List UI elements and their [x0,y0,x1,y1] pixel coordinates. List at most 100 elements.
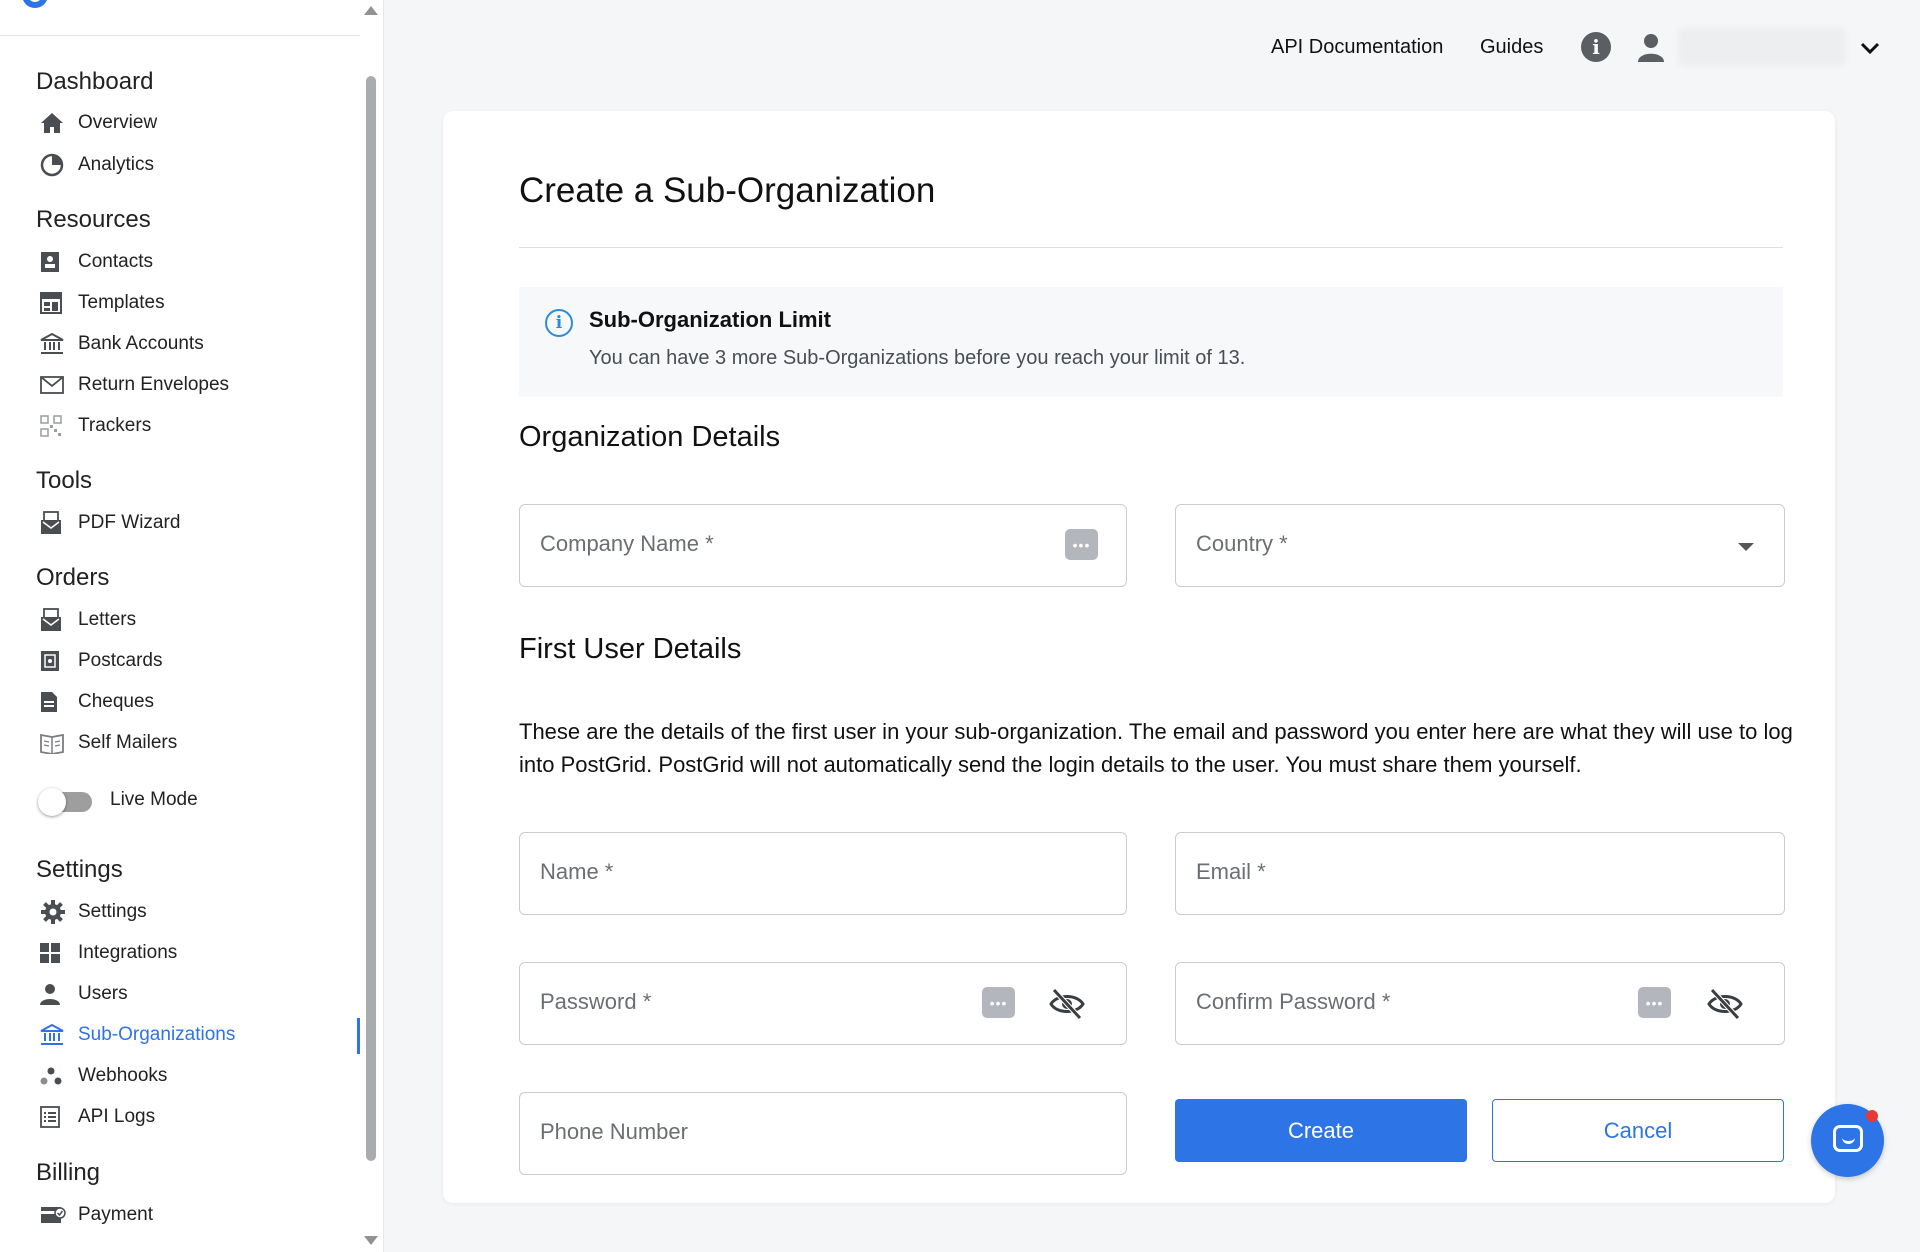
confirm-password-placeholder: Confirm Password * [1196,989,1391,1014]
password-placeholder: Password * [540,989,652,1014]
sidebar-item-integrations[interactable]: Integrations [36,936,356,970]
sidebar-item-templates[interactable]: Templates [36,286,356,320]
country-select[interactable]: Country * [1175,504,1785,587]
phone-number-placeholder: Phone Number [540,1119,688,1144]
sidebar-logo-bar [0,0,360,36]
create-sub-organization-card: Create a Sub-Organization i Sub-Organiza… [443,111,1835,1203]
first-user-details-heading: First User Details [519,633,742,665]
sidebar-item-label: Templates [78,292,165,313]
sidebar-item-label: Letters [78,609,137,630]
pie-chart-icon [40,152,72,178]
sidebar-item-label: PDF Wizard [78,512,181,533]
bank-icon [40,1022,72,1048]
sidebar-item-label: API Logs [78,1106,156,1127]
guides-link[interactable]: Guides [1480,36,1543,59]
info-icon[interactable]: i [1581,32,1611,62]
postgrid-logo[interactable] [22,0,48,8]
name-placeholder: Name * [540,859,614,884]
organization-details-heading: Organization Details [519,421,781,453]
sidebar-item-return-envelopes[interactable]: Return Envelopes [36,368,356,402]
sidebar-item-label: Bank Accounts [78,333,204,354]
sidebar-item-api-logs[interactable]: API Logs [36,1100,356,1134]
user-name-redacted[interactable] [1678,28,1846,66]
chat-launcher-button[interactable] [1811,1104,1884,1177]
live-mode-toggle[interactable] [38,788,93,816]
sidebar-item-pdf-wizard[interactable]: PDF Wizard [36,506,356,540]
section-title-billing: Billing [36,1159,101,1186]
sidebar-item-label: Webhooks [78,1065,168,1086]
cheque-icon [40,689,72,715]
phone-number-field[interactable]: Phone Number [519,1092,1127,1175]
gear-icon [40,899,72,925]
person-icon[interactable] [1637,33,1665,63]
sidebar-item-label: Postcards [78,650,163,671]
payment-icon [40,1202,72,1228]
sidebar-item-trackers[interactable]: Trackers [36,409,356,443]
sidebar-item-bank-accounts[interactable]: Bank Accounts [36,327,356,361]
email-placeholder: Email * [1196,859,1266,884]
sidebar-item-contacts[interactable]: Contacts [36,245,356,279]
scroll-down-arrow-icon[interactable] [364,1236,378,1245]
sidebar-item-label: Self Mailers [78,732,178,753]
company-name-field[interactable]: Company Name * ••• [519,504,1127,587]
sidebar: Dashboard Overview Analytics Resources C… [0,0,384,1252]
list-icon [40,1104,72,1130]
sidebar-item-self-mailers[interactable]: Self Mailers [36,726,356,760]
notification-badge [1866,1110,1878,1122]
sidebar-item-label: Return Envelopes [78,374,230,395]
sidebar-item-cheques[interactable]: Cheques [36,685,356,719]
sidebar-scroll-thumb[interactable] [366,76,376,1161]
contact-card-icon [40,249,72,275]
scroll-up-arrow-icon[interactable] [364,6,378,15]
password-manager-icon[interactable]: ••• [1065,529,1098,560]
user-icon [40,981,72,1007]
sidebar-item-label: Users [78,983,128,1004]
sidebar-item-sub-organizations[interactable]: Sub-Organizations [36,1018,356,1052]
sidebar-item-webhooks[interactable]: Webhooks [36,1059,356,1093]
chevron-down-icon[interactable] [1858,36,1882,60]
sidebar-item-overview[interactable]: Overview [36,106,356,140]
sidebar-item-settings[interactable]: Settings [36,895,356,929]
create-button[interactable]: Create [1175,1099,1467,1162]
toggle-knob [38,788,66,816]
section-title-resources: Resources [36,206,151,233]
sidebar-item-users[interactable]: Users [36,977,356,1011]
section-title-settings: Settings [36,856,123,883]
password-manager-icon[interactable]: ••• [1638,987,1671,1018]
name-field[interactable]: Name * [519,832,1127,915]
home-icon [40,110,72,136]
password-manager-icon[interactable]: ••• [982,987,1015,1018]
dropdown-arrow-icon[interactable] [1738,543,1754,551]
sidebar-item-label: Sub-Organizations [78,1024,236,1045]
sidebar-item-label: Trackers [78,415,152,436]
section-title-orders: Orders [36,564,110,591]
confirm-password-field[interactable]: Confirm Password * ••• [1175,962,1785,1045]
sidebar-item-letters[interactable]: Letters [36,603,356,637]
sidebar-item-analytics[interactable]: Analytics [36,148,356,182]
sidebar-item-payment[interactable]: Payment [36,1198,356,1232]
pdf-wizard-icon [40,510,72,536]
sidebar-item-postcards[interactable]: Postcards [36,644,356,678]
chat-bubble-icon [1833,1125,1863,1152]
live-mode-label: Live Mode [110,789,198,810]
sidebar-item-label: Settings [78,901,147,922]
alert-title: Sub-Organization Limit [589,307,831,332]
api-documentation-link[interactable]: API Documentation [1271,36,1443,59]
first-user-description: These are the details of the first user … [519,719,1793,777]
sidebar-item-label: Integrations [78,942,178,963]
webhook-icon [40,1063,72,1089]
bank-icon [40,331,72,357]
title-divider [519,247,1783,248]
template-icon [40,290,72,316]
active-item-indicator [357,1018,360,1054]
visibility-off-icon[interactable] [1706,987,1744,1021]
email-field[interactable]: Email * [1175,832,1785,915]
password-field[interactable]: Password * ••• [519,962,1127,1045]
sidebar-item-label: Contacts [78,251,153,272]
cancel-button[interactable]: Cancel [1492,1099,1784,1162]
envelope-icon [40,372,72,398]
sidebar-item-label: Payment [78,1204,153,1225]
visibility-off-icon[interactable] [1048,987,1086,1021]
section-title-tools: Tools [36,467,93,494]
limit-alert: i Sub-Organization Limit You can have 3 … [519,287,1783,397]
